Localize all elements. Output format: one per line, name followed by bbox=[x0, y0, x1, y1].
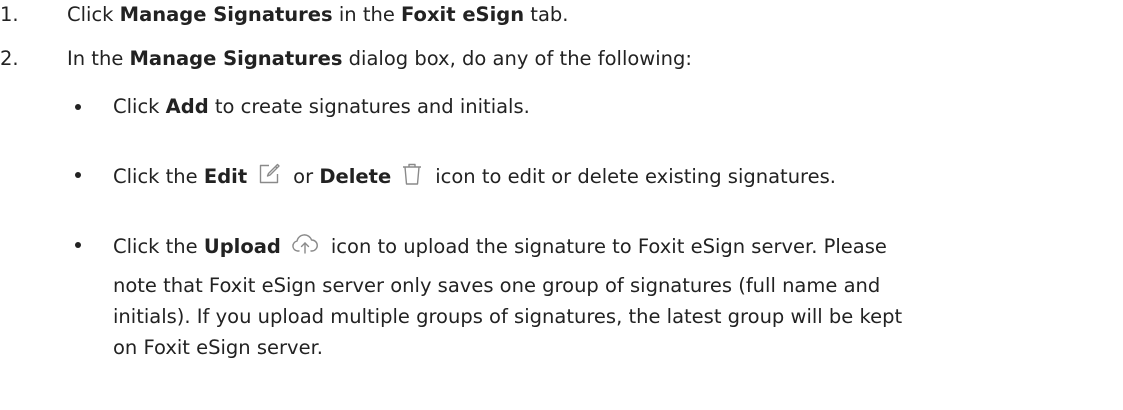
bullet-add-text: Click Add to create signatures and initi… bbox=[113, 95, 530, 119]
bullet-edit-a: Click the bbox=[113, 165, 204, 188]
bullet-dot-upload bbox=[75, 242, 81, 248]
trash-icon bbox=[401, 162, 423, 192]
step-2-manage-signatures: Manage Signatures bbox=[129, 47, 343, 70]
step-1-text: Click Manage Signatures in the Foxit eSi… bbox=[67, 3, 568, 27]
upload-note-line-2: initials). If you upload multiple groups… bbox=[113, 305, 903, 328]
bullet-edit-b: or bbox=[293, 165, 320, 188]
step-2-number: 2. bbox=[0, 47, 19, 70]
edit-icon bbox=[257, 162, 281, 192]
bullet-edit-c: icon to edit or delete existing signatur… bbox=[435, 165, 837, 188]
step-2-text: In the Manage Signatures dialog box, do … bbox=[67, 47, 692, 71]
bullet-upload-text: Click the Upload icon to upload the signa… bbox=[113, 232, 887, 262]
bullet-delete-bold: Delete bbox=[319, 165, 392, 188]
cloud-upload-icon bbox=[291, 232, 319, 262]
bullet-dot-add bbox=[75, 104, 81, 110]
step-2-text-a: In the bbox=[67, 47, 130, 70]
upload-note-paragraph: note that Foxit eSign server only saves … bbox=[113, 270, 1055, 363]
step-1-text-b: in the bbox=[332, 3, 402, 26]
upload-note-line-3: on Foxit eSign server. bbox=[113, 336, 324, 359]
bullet-add-b: to create signatures and initials. bbox=[208, 95, 530, 118]
bullet-dot-edit-delete bbox=[75, 172, 81, 178]
bullet-upload-a: Click the bbox=[113, 235, 204, 258]
bullet-upload-bold: Upload bbox=[203, 235, 281, 258]
bullet-edit-delete-text: Click the Edit or Delete icon to edit or d… bbox=[113, 162, 836, 192]
upload-note-line-1: note that Foxit eSign server only saves … bbox=[113, 274, 881, 297]
bullet-edit-bold: Edit bbox=[203, 165, 248, 188]
step-1-number: 1. bbox=[0, 3, 19, 26]
bullet-add-a: Click bbox=[113, 95, 166, 118]
step-2-text-b: dialog box, do any of the following: bbox=[342, 47, 692, 70]
bullet-add-bold: Add bbox=[165, 95, 209, 118]
step-1-manage-signatures: Manage Signatures bbox=[119, 3, 333, 26]
bullet-upload-b: icon to upload the signature to Foxit eS… bbox=[330, 235, 887, 258]
step-1-text-a: Click bbox=[67, 3, 120, 26]
step-1-text-c: tab. bbox=[524, 3, 569, 26]
step-1-foxit-esign: Foxit eSign bbox=[401, 3, 525, 26]
